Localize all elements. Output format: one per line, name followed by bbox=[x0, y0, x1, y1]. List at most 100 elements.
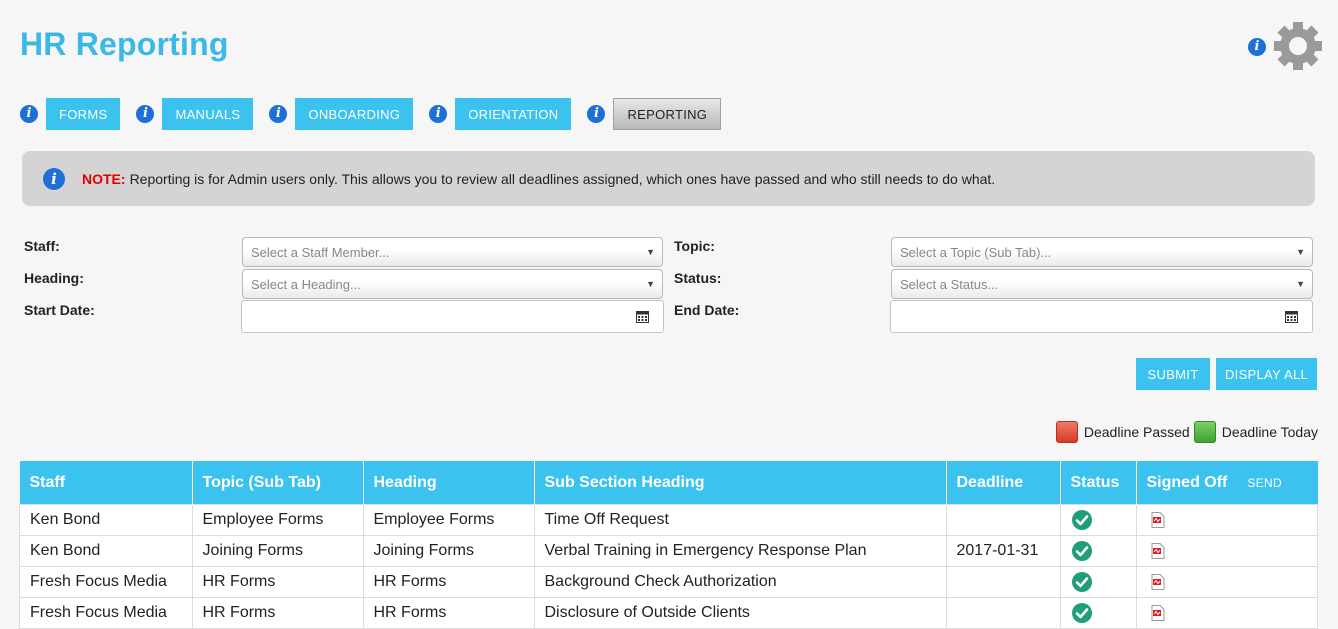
col-topic[interactable]: Topic (Sub Tab) bbox=[192, 461, 364, 505]
col-status[interactable]: Status bbox=[1060, 461, 1137, 505]
heading-select-placeholder: Select a Heading... bbox=[251, 276, 361, 292]
pdf-icon[interactable] bbox=[1151, 604, 1165, 621]
deadline-passed-swatch bbox=[1055, 421, 1078, 443]
end-date-input[interactable] bbox=[890, 300, 1313, 333]
tab-group-reporting: i REPORTING bbox=[587, 98, 722, 130]
page-title: HR Reporting bbox=[20, 26, 229, 62]
cell-signed-off bbox=[1135, 566, 1318, 598]
send-link[interactable]: SEND bbox=[1247, 476, 1282, 490]
table-row: Fresh Focus Media HR Forms HR Forms Back… bbox=[19, 566, 1318, 598]
staff-label: Staff: bbox=[24, 238, 60, 254]
cell-sub-section: Time Off Request bbox=[533, 504, 947, 536]
col-staff[interactable]: Staff bbox=[19, 461, 193, 505]
info-icon[interactable]: i bbox=[20, 105, 38, 123]
topic-label: Topic: bbox=[674, 238, 715, 254]
tab-group-manuals: i MANUALS bbox=[136, 98, 254, 130]
cell-status bbox=[1059, 504, 1137, 536]
tab-group-orientation: i ORIENTATION bbox=[429, 98, 572, 130]
cell-topic: HR Forms bbox=[191, 566, 364, 598]
cell-topic: Joining Forms bbox=[191, 535, 364, 567]
tab-bar: i FORMS i MANUALS i ONBOARDING i ORIENTA… bbox=[20, 98, 737, 130]
info-icon[interactable]: i bbox=[1248, 38, 1266, 56]
topic-select[interactable]: Select a Topic (Sub Tab)... ▼ bbox=[891, 237, 1313, 267]
chevron-down-icon: ▼ bbox=[646, 247, 655, 257]
info-icon[interactable]: i bbox=[136, 105, 155, 123]
cell-heading: Employee Forms bbox=[362, 504, 535, 536]
cell-topic: Employee Forms bbox=[191, 504, 364, 536]
cell-signed-off bbox=[1135, 597, 1318, 629]
chevron-down-icon: ▼ bbox=[1296, 247, 1305, 257]
heading-select[interactable]: Select a Heading... ▼ bbox=[242, 269, 663, 299]
pdf-icon[interactable] bbox=[1151, 573, 1165, 590]
tab-group-onboarding: i ONBOARDING bbox=[269, 98, 414, 130]
status-select-placeholder: Select a Status... bbox=[900, 276, 999, 292]
table-row: Fresh Focus Media HR Forms HR Forms Disc… bbox=[19, 597, 1318, 629]
submit-button[interactable]: SUBMIT bbox=[1136, 358, 1210, 390]
cell-heading: Joining Forms bbox=[362, 535, 535, 567]
note-banner: i NOTE: Reporting is for Admin users only… bbox=[22, 151, 1315, 206]
tab-onboarding[interactable]: ONBOARDING bbox=[295, 98, 414, 130]
note-text: NOTE: Reporting is for Admin users only. … bbox=[82, 171, 995, 187]
staff-select[interactable]: Select a Staff Member... ▼ bbox=[242, 237, 663, 267]
check-circle-icon bbox=[1071, 572, 1092, 592]
chevron-down-icon: ▼ bbox=[1296, 279, 1305, 289]
staff-select-placeholder: Select a Staff Member... bbox=[251, 244, 390, 260]
tab-orientation[interactable]: ORIENTATION bbox=[455, 98, 572, 130]
signed-off-header[interactable]: Signed Off bbox=[1147, 474, 1228, 491]
table-header-row: Staff Topic (Sub Tab) Heading Sub Sectio… bbox=[19, 461, 1318, 505]
check-circle-icon bbox=[1071, 541, 1092, 561]
calendar-icon[interactable] bbox=[636, 310, 649, 323]
cell-sub-section: Background Check Authorization bbox=[533, 566, 947, 598]
start-date-input[interactable] bbox=[241, 300, 664, 333]
calendar-icon[interactable] bbox=[1285, 310, 1298, 323]
tab-forms[interactable]: FORMS bbox=[46, 98, 121, 130]
check-circle-icon bbox=[1071, 510, 1092, 530]
topic-select-placeholder: Select a Topic (Sub Tab)... bbox=[900, 244, 1052, 260]
cell-status bbox=[1059, 535, 1137, 567]
cell-staff: Ken Bond bbox=[19, 535, 193, 567]
cell-sub-section: Disclosure of Outside Clients bbox=[533, 597, 947, 629]
tab-reporting[interactable]: REPORTING bbox=[613, 98, 722, 130]
cell-heading: HR Forms bbox=[362, 597, 535, 629]
table-row: Ken Bond Employee Forms Employee Forms T… bbox=[19, 504, 1318, 536]
info-icon[interactable]: i bbox=[587, 105, 606, 123]
col-signed-off: Signed Off SEND bbox=[1136, 461, 1318, 505]
display-all-button[interactable]: DISPLAY ALL bbox=[1216, 358, 1317, 390]
col-sub-section-heading[interactable]: Sub Section Heading bbox=[534, 461, 947, 505]
cell-deadline bbox=[945, 504, 1061, 536]
col-deadline[interactable]: Deadline bbox=[946, 461, 1061, 505]
cell-staff: Ken Bond bbox=[19, 504, 193, 536]
gear-icon[interactable] bbox=[1272, 20, 1324, 72]
cell-heading: HR Forms bbox=[362, 566, 535, 598]
cell-topic: HR Forms bbox=[191, 597, 364, 629]
cell-status bbox=[1059, 597, 1137, 629]
cell-signed-off bbox=[1135, 504, 1318, 536]
note-message: Reporting is for Admin users only. This … bbox=[129, 170, 996, 187]
cell-signed-off bbox=[1135, 535, 1318, 567]
note-label: NOTE: bbox=[82, 170, 126, 187]
col-heading[interactable]: Heading bbox=[363, 461, 535, 505]
cell-staff: Fresh Focus Media bbox=[19, 566, 193, 598]
cell-sub-section: Verbal Training in Emergency Response Pl… bbox=[533, 535, 947, 567]
tab-manuals[interactable]: MANUALS bbox=[162, 98, 254, 130]
heading-label: Heading: bbox=[24, 270, 84, 286]
start-date-label: Start Date: bbox=[24, 302, 95, 318]
pdf-icon[interactable] bbox=[1151, 511, 1165, 528]
cell-deadline: 2017-01-31 bbox=[945, 535, 1061, 567]
report-table: Staff Topic (Sub Tab) Heading Sub Sectio… bbox=[19, 461, 1318, 629]
deadline-passed-label: Deadline Passed bbox=[1083, 424, 1190, 440]
cell-staff: Fresh Focus Media bbox=[19, 597, 193, 629]
tab-group-forms: i FORMS bbox=[20, 98, 121, 130]
deadline-today-label: Deadline Today bbox=[1221, 424, 1318, 440]
chevron-down-icon: ▼ bbox=[646, 279, 655, 289]
end-date-label: End Date: bbox=[674, 302, 740, 318]
check-circle-icon bbox=[1071, 603, 1092, 623]
info-icon[interactable]: i bbox=[269, 105, 288, 123]
deadline-today-swatch bbox=[1193, 421, 1216, 443]
status-label: Status: bbox=[674, 270, 722, 286]
table-row: Ken Bond Joining Forms Joining Forms Ver… bbox=[19, 535, 1318, 567]
info-icon[interactable]: i bbox=[429, 105, 448, 123]
deadline-legend: Deadline Passed Deadline Today bbox=[1055, 421, 1318, 443]
status-select[interactable]: Select a Status... ▼ bbox=[891, 269, 1313, 299]
pdf-icon[interactable] bbox=[1151, 542, 1165, 559]
